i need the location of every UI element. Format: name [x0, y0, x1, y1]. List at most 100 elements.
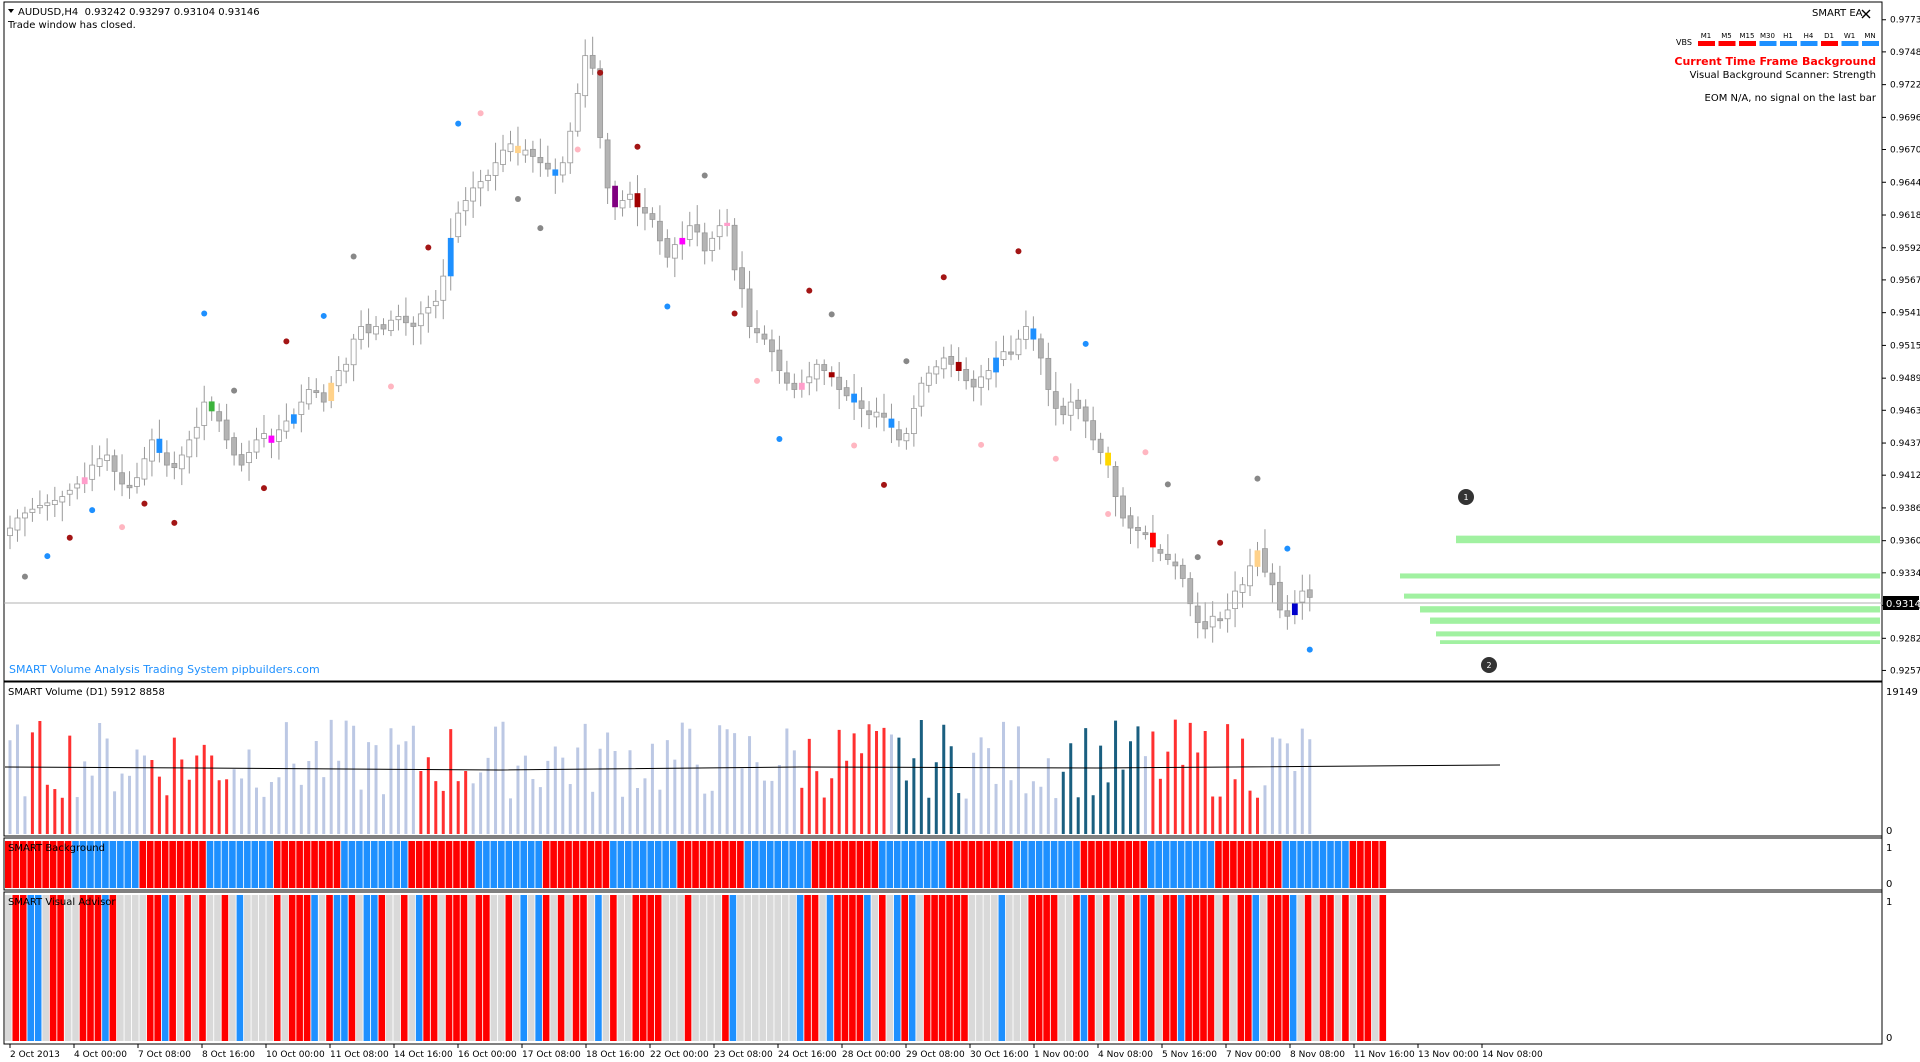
candle-body: [343, 363, 350, 372]
advisor-bar: [460, 895, 468, 1041]
advisor-bar: [49, 895, 57, 1041]
candle-body: [873, 411, 880, 418]
background-bar: [916, 841, 923, 888]
background-bar: [587, 841, 595, 888]
time-tick-label: 23 Oct 08:00: [714, 1050, 773, 1060]
candle-body: [208, 401, 215, 412]
advisor-bar: [341, 895, 348, 1041]
price-zone: [1404, 593, 1880, 599]
background-bar: [139, 841, 147, 888]
candle-body: [627, 193, 633, 200]
candle-body: [552, 169, 559, 176]
signal-dot: [171, 519, 178, 526]
advisor-bar: [849, 895, 856, 1041]
candle-body: [186, 439, 193, 458]
advisor-bar: [378, 895, 386, 1041]
price-zone: [1456, 535, 1880, 544]
background-bar: [117, 841, 124, 888]
background-bar: [512, 841, 520, 888]
candle-body: [866, 410, 872, 416]
background-bar: [654, 841, 662, 888]
advisor-bar: [1192, 895, 1200, 1041]
advisor-bar: [572, 895, 580, 1041]
background-bar: [991, 841, 998, 888]
timeframe-label: M5: [1721, 32, 1732, 40]
signal-dot: [1142, 449, 1149, 456]
candle-body: [388, 319, 394, 332]
advisor-bar: [864, 895, 871, 1041]
candle-body: [1194, 605, 1201, 623]
signal-dot: [880, 481, 887, 488]
background-bar: [1132, 841, 1140, 888]
background-bar: [371, 841, 378, 888]
candle-body: [1299, 590, 1306, 603]
candle-body: [888, 418, 895, 428]
advisor-bar: [1058, 895, 1065, 1041]
advisor-bar: [1245, 895, 1252, 1041]
candle-body: [671, 244, 678, 259]
candle-body: [238, 454, 245, 466]
advisor-bar: [371, 895, 378, 1041]
signal-dot: [1217, 539, 1224, 546]
signal-dot: [1082, 340, 1089, 347]
advisor-bar: [684, 895, 692, 1041]
advisor-bar: [692, 895, 699, 1041]
background-bar: [468, 841, 475, 888]
advisor-bar: [834, 895, 841, 1041]
signal-dot: [119, 524, 126, 531]
timeframe-label: M15: [1740, 32, 1755, 40]
signal-dot: [201, 310, 208, 317]
background-bar: [154, 841, 161, 888]
candle-body: [821, 364, 828, 372]
advisor-bar: [752, 895, 759, 1041]
advisor-bar: [625, 895, 632, 1041]
background-bar: [408, 841, 415, 888]
candle-body: [955, 361, 962, 372]
candle-body: [1015, 338, 1022, 356]
price-tick-label: 0.95150: [1890, 341, 1920, 351]
candle-body: [896, 429, 902, 441]
background-bar: [871, 841, 879, 888]
advisor-bar: [199, 895, 206, 1041]
signal-dot: [350, 253, 357, 260]
advisor-bar: [139, 895, 147, 1041]
signal-dot: [597, 69, 604, 76]
advisor-bar: [886, 895, 894, 1041]
candle-body: [806, 376, 813, 384]
candle-body: [851, 393, 858, 403]
advisor-bar: [699, 895, 707, 1041]
signal-dot: [320, 312, 327, 319]
candle-body: [686, 225, 693, 240]
advisor-max-label: 1: [1886, 897, 1892, 908]
signal-dot: [387, 383, 394, 390]
candle-body: [1150, 532, 1156, 548]
candle-body: [500, 149, 506, 165]
background-bar: [834, 841, 841, 888]
background-bar: [968, 841, 976, 888]
background-bar: [1289, 841, 1297, 888]
advisor-bar: [109, 895, 117, 1041]
background-bar: [393, 841, 401, 888]
background-bar: [303, 841, 311, 888]
background-bar: [737, 841, 744, 888]
signal-dot: [537, 225, 544, 232]
background-bar: [378, 841, 386, 888]
candle-body: [328, 382, 335, 402]
advisor-bar: [901, 895, 908, 1041]
background-bar: [557, 841, 565, 888]
background-bar: [453, 841, 460, 888]
signal-dot: [701, 172, 708, 179]
background-bar: [1222, 841, 1230, 888]
candle-body: [1209, 615, 1216, 628]
advisor-bar: [34, 895, 42, 1041]
candle-body: [881, 412, 887, 418]
advisor-bar: [639, 895, 647, 1041]
background-bar: [707, 841, 714, 888]
background-bar: [348, 841, 356, 888]
background-bar: [236, 841, 244, 888]
candle-body: [119, 472, 125, 485]
background-bar: [400, 841, 408, 888]
candle-body: [1262, 548, 1268, 573]
candle-body: [283, 420, 290, 432]
vbs-label: VBS: [1676, 38, 1692, 47]
